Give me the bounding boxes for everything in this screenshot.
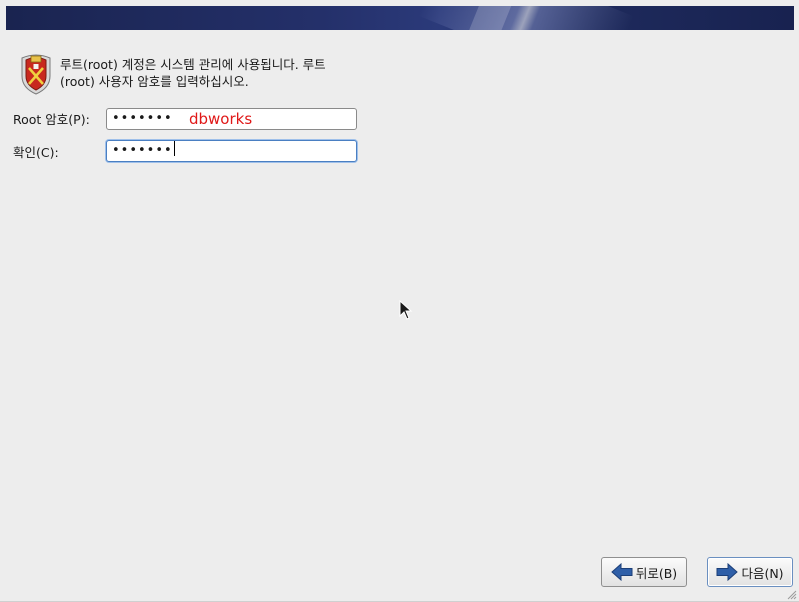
back-button[interactable]: 뒤로(B) xyxy=(601,557,687,587)
banner-streak xyxy=(418,6,634,30)
next-button[interactable]: 다음(N) xyxy=(707,557,793,587)
arrow-right-icon xyxy=(716,563,739,581)
back-button-label: 뒤로(B) xyxy=(635,565,678,581)
installer-window: 루트(root) 계정은 시스템 관리에 사용됩니다. 루트 (root) 사용… xyxy=(0,0,799,602)
arrow-left-icon xyxy=(611,563,633,581)
intro-line-2: (root) 사용자 암호를 입력하십시오. xyxy=(60,74,249,89)
shield-icon xyxy=(21,54,51,95)
confirm-password-value: ••••••• xyxy=(112,143,173,158)
resize-grip-icon[interactable] xyxy=(787,590,797,600)
next-button-label: 다음(N) xyxy=(741,565,784,581)
root-password-label: Root 암호(P): xyxy=(13,112,90,127)
confirm-password-label: 확인(C): xyxy=(13,145,59,160)
intro-line-1: 루트(root) 계정은 시스템 관리에 사용됩니다. 루트 xyxy=(60,57,326,72)
annotation-text: dbworks xyxy=(189,110,253,128)
intro-text: 루트(root) 계정은 시스템 관리에 사용됩니다. 루트 (root) 사용… xyxy=(60,56,370,90)
confirm-password-input[interactable]: ••••••• xyxy=(106,140,357,162)
text-caret xyxy=(173,141,175,156)
root-password-value: ••••••• xyxy=(112,111,173,126)
mouse-pointer-icon xyxy=(399,300,413,320)
header-banner xyxy=(6,6,794,30)
